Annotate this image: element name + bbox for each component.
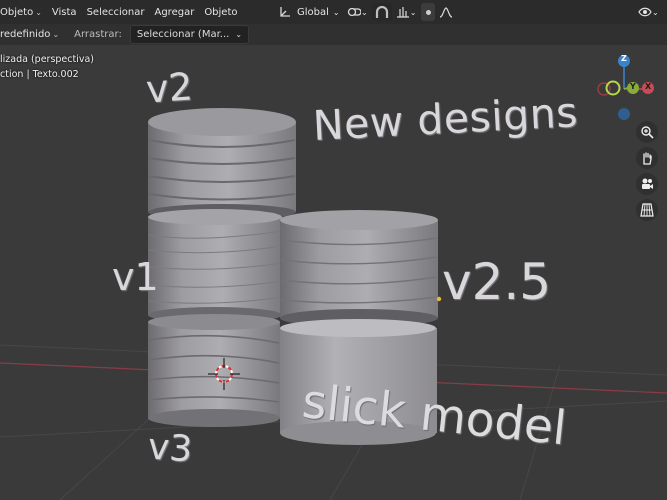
link-icon [347,7,361,17]
viewport-header: Objeto ⌄ Vista Seleccionar Agregar Objeto… [0,0,667,24]
visibility-group: ⌄ [636,3,661,21]
hand-icon [643,152,652,165]
chevron-down-icon: ⌄ [332,7,340,17]
scene-text-v1: v1 [112,255,159,299]
scene-text-v3: v3 [146,426,194,471]
snap-grid-icon [396,7,409,18]
3d-viewport[interactable]: Z Y X lizada (perspectiva) ction | Texto… [0,45,667,500]
transform-orientation-dropdown[interactable]: Global ⌄ [275,3,343,21]
chevron-down-icon: ⌄ [35,7,42,17]
chevron-down-icon: ⌄ [652,7,659,17]
orientation-axes-icon [280,6,290,17]
chevron-down-icon: ⌄ [361,7,368,17]
scene-text-v2: v2 [144,64,195,112]
zoom-icon [641,126,654,139]
transform-orientation-group: Global ⌄ [275,3,343,21]
object-origin [436,296,442,302]
camera-view-button[interactable] [636,173,658,195]
v2-cylinder [148,108,296,220]
scene-text-v2-5: v2.5 [442,253,552,311]
gizmo-neg-z-icon [618,108,630,120]
view-name: lizada (perspectiva) [0,54,95,65]
viewport-overlay-info: lizada (perspectiva) ction | Texto.002 [0,52,94,82]
menu-seleccionar[interactable]: Seleccionar [82,7,150,18]
chevron-down-icon: ⌄ [52,30,60,39]
chevron-down-icon: ⌄ [235,30,243,39]
menu-objeto-mode[interactable]: Objeto ⌄ [0,7,47,18]
eye-arrow-icon [638,7,652,17]
pivot-group: ⌄ ⌄ [345,3,418,21]
projection-toggle-button[interactable] [636,199,658,221]
gizmo-y-label: Y [630,82,636,91]
magnet-icon [375,5,388,18]
gizmo-z-label: Z [621,54,627,63]
chevron-down-icon: ⌄ [409,7,417,17]
gizmo-neg-y-icon [605,80,621,96]
falloff-dropdown[interactable] [437,3,455,21]
dot-icon [425,9,431,15]
menu-objeto-mode-label: Objeto [0,6,34,18]
tool-settings-bar: redefinido ⌄ Arrastrar: Seleccionar (Mar.… [0,24,667,46]
drag-action-dropdown[interactable]: Seleccionar (Mar... ⌄ [129,25,250,44]
pan-button[interactable] [636,147,658,169]
preset-label: redefinido [0,29,51,40]
gizmo-x-label: X [645,82,652,91]
menu-agregar[interactable]: Agregar [149,7,199,18]
transform-preset-dropdown[interactable]: redefinido ⌄ [0,29,64,40]
orientation-label: Global [297,6,329,18]
object-visibility-dropdown[interactable]: ⌄ [636,3,661,21]
v1-cylinder [148,209,283,323]
v2-5-cylinder [280,210,438,327]
proportional-edit-toggle[interactable] [421,3,435,21]
falloff-curve-icon [439,6,453,18]
drag-label: Arrastrar: [74,29,122,40]
pivot-point-button[interactable]: ⌄ [345,3,370,21]
snapping-toggle[interactable] [371,3,392,21]
v3-cylinder [148,314,280,427]
menu-objeto[interactable]: Objeto [199,7,242,18]
camera-icon [642,178,653,189]
zoom-button[interactable] [636,121,658,143]
snap-target-dropdown[interactable]: ⌄ [394,3,419,21]
grid-icon [640,203,654,217]
proportional-edit-group [421,3,455,21]
drag-action-value: Seleccionar (Mar... [136,29,230,40]
collection-info: ction | Texto.002 [0,69,79,80]
menu-vista[interactable]: Vista [47,7,82,18]
